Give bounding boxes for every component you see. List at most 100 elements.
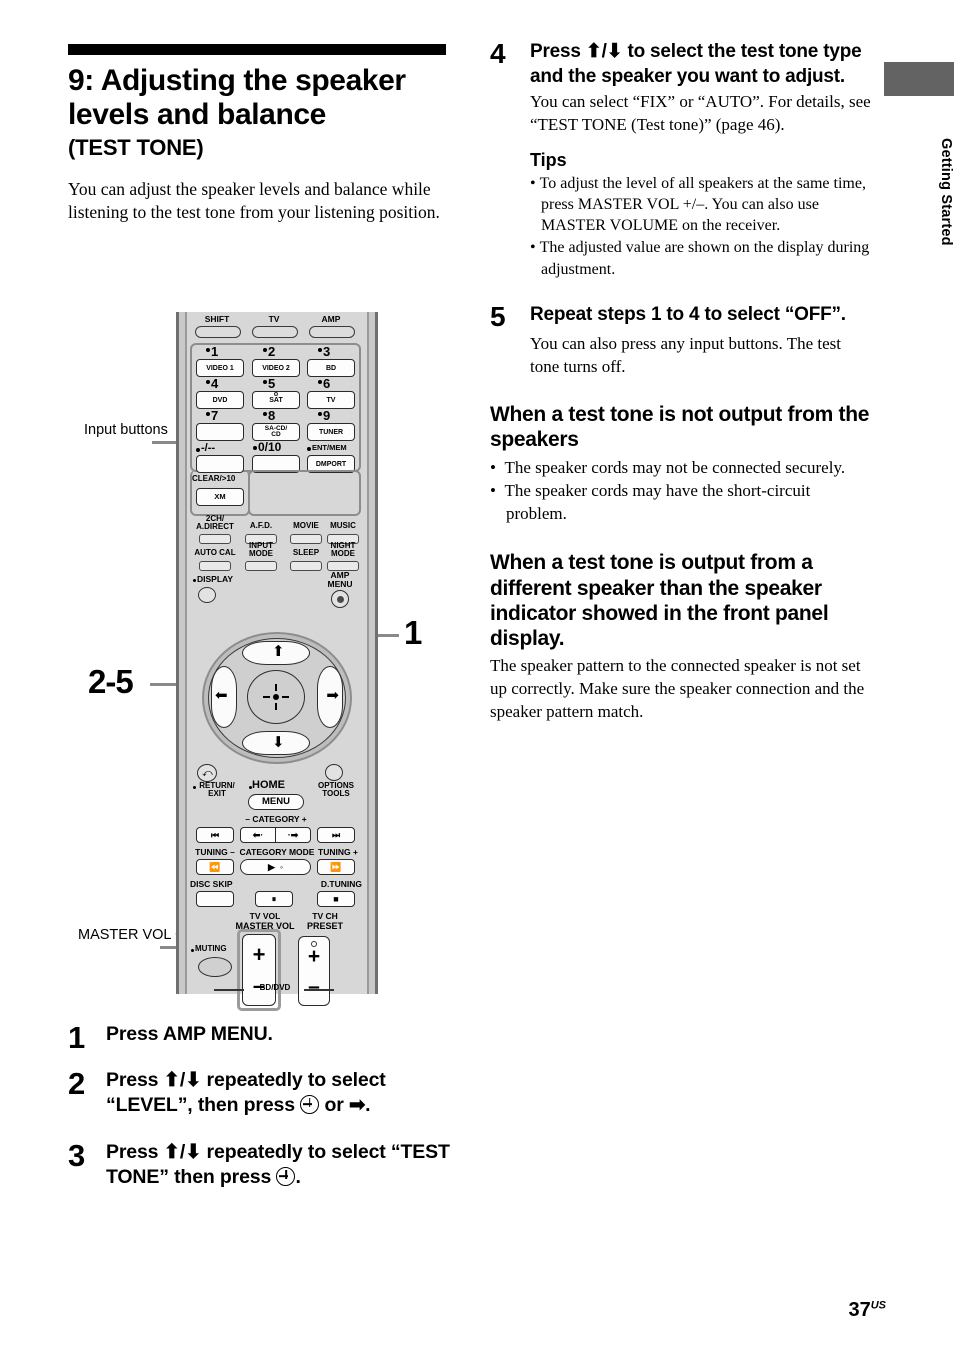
keypad-button-sacd-cd[interactable]: SA-CD/ CD (252, 423, 300, 441)
home-menu-button[interactable]: MENU (248, 794, 304, 810)
mode-button-movie[interactable] (290, 534, 322, 544)
shift-button[interactable] (195, 326, 241, 338)
mode-button-auto-cal[interactable] (199, 561, 231, 571)
dot-0-10 (253, 446, 257, 450)
rewind-button[interactable]: ⏪ (196, 859, 234, 875)
prev-track-button[interactable]: ⏮ (196, 827, 234, 843)
keypad-button-video1[interactable]: VIDEO 1 (196, 359, 244, 377)
mode-button-input-mode[interactable] (245, 561, 277, 571)
options-label: OPTIONS TOOLS (317, 781, 354, 798)
keypad-num-7: 7 (211, 408, 219, 423)
nav-right-icon: ➡ (326, 688, 339, 704)
stop-button[interactable]: ■ (317, 891, 355, 907)
keypad-num-2: 2 (268, 344, 276, 359)
category-mode-label: CATEGORY MODE (239, 847, 315, 857)
keypad-button-video2[interactable]: VIDEO 2 (252, 359, 300, 377)
step-2: 2 Press ⬆/⬇ repeatedly to select “LEVEL”… (68, 1068, 468, 1118)
keypad-num-5: 5 (268, 376, 276, 391)
tv-ch-plus[interactable]: + (299, 945, 329, 969)
keypad-button-bd[interactable]: BD (307, 359, 355, 377)
section-tab-block (884, 62, 954, 96)
mode-button-sleep[interactable] (290, 561, 322, 571)
master-vol-plus[interactable]: + (243, 942, 275, 968)
preset-label: PRESET (306, 921, 343, 931)
step-1-text: Press AMP MENU. (106, 1023, 273, 1045)
step-5: 5 Repeat steps 1 to 4 to select “OFF”. (490, 300, 872, 332)
step-5-body: You can also press any input buttons. Th… (530, 333, 842, 376)
step-1: 1 Press AMP MENU. (68, 1022, 468, 1053)
section-1-list: • The speaker cords may not be connected… (490, 457, 872, 527)
mode-label-night-mode: NIGHT MODE (330, 541, 356, 558)
manual-page: Getting Started 9: Adjusting the speaker… (0, 0, 954, 1352)
mode-label-auto-cal: AUTO CAL (194, 548, 236, 557)
pause-button[interactable]: ⏸ (255, 891, 293, 907)
tip-item: • To adjust the level of all speakers at… (530, 174, 866, 235)
step-3-text-b: . (295, 1165, 301, 1188)
dot-1 (206, 348, 210, 352)
keypad-num-4: 4 (211, 376, 219, 391)
callout-1: 1 (404, 614, 422, 651)
keypad-button-7[interactable] (196, 423, 244, 441)
intro-paragraph: You can adjust the speaker levels and ba… (68, 178, 440, 222)
home-label: HOME (252, 779, 285, 791)
tip-item-text: To adjust the level of all speakers at t… (539, 174, 866, 235)
step-2-text-b: or ➡. (319, 1093, 371, 1116)
keypad-button-tv[interactable]: TV (307, 391, 355, 409)
list-item-text: The speaker cords may have the short-cir… (504, 481, 811, 524)
step-3: 3 Press ⬆/⬇ repeatedly to select “TEST T… (68, 1140, 468, 1190)
dot-4 (206, 380, 210, 384)
keypad-button-tuner[interactable]: TUNER (307, 423, 355, 441)
page-title: 9: Adjusting the speaker levels and bala… (68, 64, 406, 131)
tips-heading: Tips (530, 149, 567, 170)
xm-button[interactable]: XM (196, 488, 244, 506)
section-tab-label: Getting Started (938, 138, 954, 246)
bd-dvd-rule-right (304, 989, 334, 991)
disc-skip-button[interactable] (196, 891, 234, 907)
dot-ent-mem (307, 447, 311, 451)
mode-button-2ch-adirect[interactable] (199, 534, 231, 544)
list-item: • The speaker cords may have the short-c… (490, 481, 811, 524)
dot-6 (318, 380, 322, 384)
muting-button[interactable] (198, 957, 232, 977)
tv-ch-label: TV CH (312, 911, 338, 921)
nav-left-icon: ⬅ (215, 688, 228, 704)
step-4: 4 Press ⬆/⬇ to select the test tone type… (490, 39, 872, 89)
callout-input-buttons: Input buttons (84, 422, 168, 438)
step-5-number: 5 (490, 300, 506, 332)
right-column: 4 Press ⬆/⬇ to select the test tone type… (490, 39, 872, 724)
nav-enter-button[interactable] (247, 670, 305, 724)
section-2-body: The speaker pattern to the connected spe… (490, 656, 865, 721)
display-button[interactable] (198, 587, 216, 603)
master-vol-rocker[interactable]: + – (242, 934, 276, 1006)
amp-button[interactable] (309, 326, 355, 338)
options-button[interactable] (325, 764, 343, 781)
tv-ch-preset-rocker[interactable]: + – (298, 936, 330, 1006)
list-item-text: The speaker cords may not be connected s… (504, 457, 846, 477)
display-dot (193, 579, 196, 582)
category-minus-button[interactable]: ⬅· (240, 827, 276, 843)
keypad-button-dvd[interactable]: DVD (196, 391, 244, 409)
clear-label: CLEAR/>10 (192, 474, 236, 483)
dot-2 (263, 348, 267, 352)
next-track-button[interactable]: ⏭ (317, 827, 355, 843)
title-rule (68, 44, 446, 55)
list-item: • The speaker cords may not be connected… (490, 457, 846, 477)
tip-item: • The adjusted value are shown on the di… (530, 239, 870, 278)
keypad-num-1: 1 (211, 344, 219, 359)
amp-label: AMP (321, 314, 341, 324)
mode-label-music: MUSIC (330, 521, 356, 530)
tv-button[interactable] (252, 326, 298, 338)
forward-button[interactable]: ⏩ (317, 859, 355, 875)
remote-surface: SHIFT TV AMP 1 VIDEO 1 2 VIDEO 2 3 BD 4 … (190, 312, 364, 1011)
section-1-heading: When a test tone is not output from the … (490, 403, 870, 452)
display-label: DISPLAY (197, 574, 234, 584)
d-tuning-label: D.TUNING (320, 879, 362, 889)
play-button[interactable]: ▶ ◦ (240, 859, 311, 875)
section-tab: Getting Started (884, 62, 954, 278)
mode-label-input-mode: INPUT MODE (249, 541, 273, 558)
tuning-plus-label: TUNING + (318, 847, 358, 857)
step-1-number: 1 (68, 1020, 86, 1055)
category-plus-button[interactable]: ·➡ (275, 827, 311, 843)
return-icon: ⤺ (202, 768, 213, 779)
